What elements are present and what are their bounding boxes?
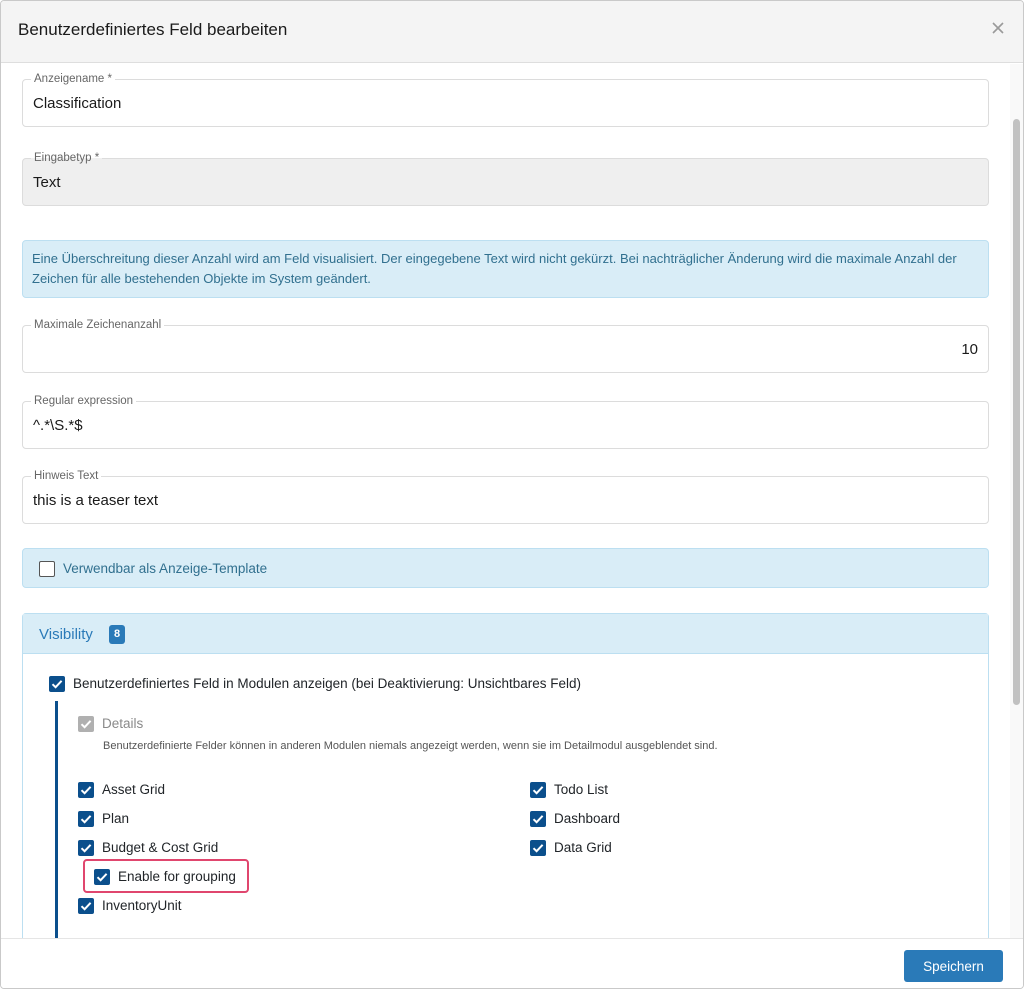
data-grid-label[interactable]: Data Grid bbox=[554, 840, 612, 856]
hint-text-field[interactable]: Hinweis Text bbox=[22, 469, 989, 524]
inventory-unit-checkbox[interactable] bbox=[78, 898, 94, 914]
save-button[interactable]: Speichern bbox=[904, 950, 1003, 982]
max-chars-info-alert: Eine Überschreitung dieser Anzahl wird a… bbox=[22, 240, 989, 298]
todo-list-label[interactable]: Todo List bbox=[554, 782, 608, 798]
display-name-input[interactable] bbox=[33, 95, 978, 112]
visibility-title: Visibility bbox=[39, 626, 93, 643]
display-name-field[interactable]: Anzeigename * bbox=[22, 72, 989, 127]
details-checkbox bbox=[78, 716, 94, 732]
max-chars-input[interactable] bbox=[33, 341, 978, 358]
input-type-value: Text bbox=[33, 174, 61, 191]
max-chars-field[interactable]: Maximale Zeichenanzahl bbox=[22, 318, 989, 373]
enable-grouping-label[interactable]: Enable for grouping bbox=[118, 869, 236, 885]
details-label: Details bbox=[102, 716, 144, 731]
details-note: Benutzerdefinierte Felder können in ande… bbox=[103, 740, 718, 752]
plan-checkbox[interactable] bbox=[78, 811, 94, 827]
enable-grouping-checkbox[interactable] bbox=[94, 869, 110, 885]
regex-input[interactable] bbox=[33, 417, 978, 434]
display-template-checkbox[interactable] bbox=[39, 561, 55, 577]
visibility-panel: Visibility 8 bbox=[22, 613, 989, 943]
dialog-title: Benutzerdefiniertes Feld bearbeiten bbox=[18, 20, 288, 39]
close-icon[interactable] bbox=[991, 21, 1005, 35]
dashboard-checkbox[interactable] bbox=[530, 811, 546, 827]
inventory-unit-label[interactable]: InventoryUnit bbox=[102, 898, 182, 914]
budget-cost-grid-label[interactable]: Budget & Cost Grid bbox=[102, 840, 218, 856]
input-type-label: Eingabetyp * bbox=[31, 151, 103, 165]
todo-list-checkbox[interactable] bbox=[530, 782, 546, 798]
budget-cost-grid-checkbox[interactable] bbox=[78, 840, 94, 856]
hint-text-label: Hinweis Text bbox=[31, 469, 102, 483]
scrollbar-thumb[interactable] bbox=[1013, 119, 1020, 705]
show-in-modules-checkbox[interactable] bbox=[49, 676, 65, 692]
edit-custom-field-dialog: Benutzerdefiniertes Feld bearbeiten Anze… bbox=[0, 0, 1024, 989]
regex-field[interactable]: Regular expression bbox=[22, 394, 989, 449]
dialog-header: Benutzerdefiniertes Feld bearbeiten bbox=[1, 1, 1023, 63]
max-chars-label: Maximale Zeichenanzahl bbox=[31, 318, 165, 332]
input-type-field: Eingabetyp * Text bbox=[22, 151, 989, 206]
scrollbar[interactable] bbox=[1010, 64, 1023, 938]
display-template-option: Verwendbar als Anzeige-Template bbox=[22, 548, 989, 588]
visibility-count-badge: 8 bbox=[109, 625, 125, 644]
dashboard-label[interactable]: Dashboard bbox=[554, 811, 620, 827]
asset-grid-checkbox[interactable] bbox=[78, 782, 94, 798]
hint-text-input[interactable] bbox=[33, 492, 978, 509]
asset-grid-label[interactable]: Asset Grid bbox=[102, 782, 165, 798]
data-grid-checkbox[interactable] bbox=[530, 840, 546, 856]
display-template-label[interactable]: Verwendbar als Anzeige-Template bbox=[63, 561, 267, 576]
visibility-header[interactable]: Visibility 8 bbox=[23, 614, 988, 654]
dialog-footer: Speichern bbox=[1, 938, 1023, 988]
display-name-label: Anzeigename * bbox=[31, 72, 115, 86]
tree-connector-line bbox=[55, 701, 58, 938]
regex-label: Regular expression bbox=[31, 394, 137, 408]
show-in-modules-label[interactable]: Benutzerdefiniertes Feld in Modulen anze… bbox=[73, 676, 581, 692]
plan-label[interactable]: Plan bbox=[102, 811, 129, 827]
